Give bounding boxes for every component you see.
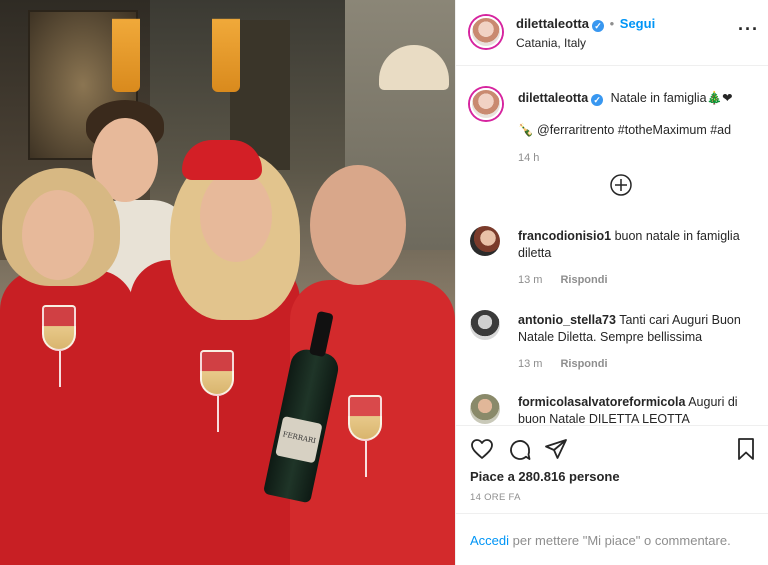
red-bow [182,140,262,180]
login-link[interactable]: Accedi [470,533,509,548]
header-user-line: dilettaleotta ✓ • Segui [516,16,655,32]
dot-separator: • [609,16,615,31]
share-icon[interactable] [544,437,568,461]
reply-button[interactable]: Rispondi [560,274,607,286]
wine-glass-stem [217,396,219,432]
heart-icon[interactable] [470,438,494,460]
comment-meta: 13 m Rispondi [518,274,608,286]
comment-body: formicolasalvatoreformicola Auguri di bu… [518,394,758,424]
comment-time: 13 m [518,274,543,286]
caption-time: 14 h [518,152,540,164]
wine-glass-stem [365,441,367,477]
caption-text: Natale in famiglia🎄❤ [610,91,733,105]
comment-icon[interactable] [508,438,532,462]
wine-glass-stem [59,351,61,387]
post-header: dilettaleotta ✓ • Segui Catania, Italy ··… [456,0,768,66]
wine-glass [348,395,382,441]
caption-username[interactable]: dilettaleotta [518,91,588,105]
username-link[interactable]: dilettaleotta [516,16,589,31]
location-link[interactable]: Catania, Italy [516,36,586,50]
likes-count[interactable]: Piace a 280.816 persone [470,469,620,484]
comment-username[interactable]: formicolasalvatoreformicola [518,395,685,409]
verified-icon: ✓ [591,94,604,106]
login-text: per mettere "Mi piace" o commentare. [512,533,731,548]
comment-meta: 13 m Rispondi [518,358,608,370]
post-photo[interactable]: FERRARI [0,0,455,565]
avatar[interactable] [470,88,502,120]
verified-icon: ✓ [591,20,604,32]
reply-button[interactable]: Rispondi [560,358,607,370]
wine-glass [42,305,76,351]
caption-line-1: dilettaleotta ✓ Natale in famiglia🎄❤ [518,90,758,107]
post-side-panel: dilettaleotta ✓ • Segui Catania, Italy ··… [455,0,768,565]
avatar[interactable] [470,310,500,340]
caption-line-2[interactable]: 🍾 @ferraritrento #totheMaximum #ad [518,122,758,139]
more-horizontal-icon[interactable]: ··· [738,20,758,42]
comment-body: antonio_stella73 Tanti cari Auguri Buon … [518,312,758,346]
avatar[interactable] [470,16,502,48]
comment-item: formicolasalvatoreformicola Auguri di bu… [456,390,768,424]
comment-time: 13 m [518,358,543,370]
login-prompt: Accedi per mettere "Mi piace" o commenta… [456,513,768,565]
photo-lamp [212,0,240,92]
avatar[interactable] [470,394,500,424]
comment-username[interactable]: francodionisio1 [518,229,611,243]
comment-body: francodionisio1 buon natale in famiglia … [518,228,758,262]
post-timestamp: 14 ORE FA [470,492,521,503]
wine-glass [200,350,234,396]
login-prompt-text: Accedi per mettere "Mi piace" o commenta… [470,533,731,548]
photo-lamp [112,0,140,92]
avatar[interactable] [470,226,500,256]
follow-button[interactable]: Segui [620,16,655,31]
bookmark-icon[interactable] [736,437,756,461]
comment-username[interactable]: antonio_stella73 [518,313,616,327]
plus-circle-icon[interactable] [610,174,632,196]
bottle-label: FERRARI [275,415,323,464]
